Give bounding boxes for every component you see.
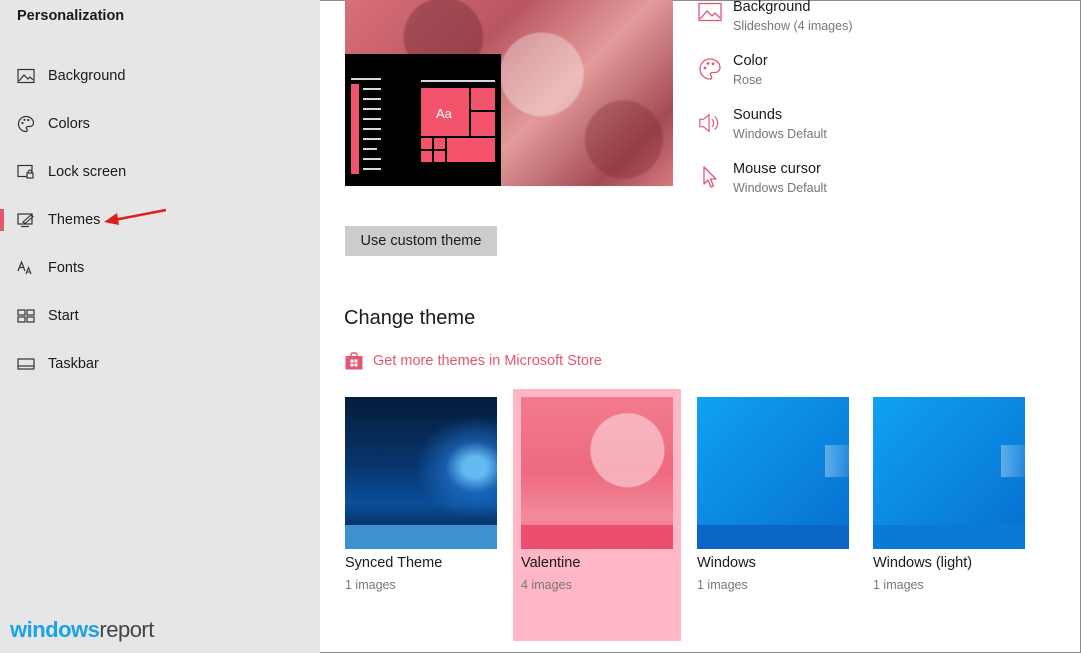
speaker-icon [698,111,722,135]
selection-indicator [0,209,4,231]
attribute-title: Mouse cursor [733,161,821,177]
theme-windows[interactable]: Windows 1 images [689,389,857,641]
sidebar-title: Personalization [17,8,125,24]
taskbar-icon [16,354,36,374]
image-icon [16,66,36,86]
themes-icon [16,210,36,230]
theme-image-count: 1 images [345,578,396,592]
theme-name: Windows (light) [873,555,973,571]
attribute-title: Color [733,53,768,69]
palette-icon [698,57,722,81]
theme-valentine[interactable]: Valentine 4 images [513,389,681,641]
theme-image-count: 1 images [873,578,924,592]
theme-image-count: 1 images [697,578,748,592]
theme-synced[interactable]: Synced Theme 1 images [337,389,505,641]
preview-window: Aa [345,54,501,186]
thumbnail-accent-bar [873,525,1025,549]
theme-image-count: 4 images [521,578,572,592]
attribute-subtitle: Rose [733,73,763,87]
theme-thumbnail [521,397,673,549]
annotation-arrow-icon [104,208,167,225]
brand-part1: windows [10,617,100,642]
start-icon [16,306,36,326]
attribute-title: Background [733,0,811,15]
sidebar-item-label: Start [48,308,79,324]
attribute-subtitle: Slideshow (4 images) [733,19,853,33]
thumbnail-accent-bar [521,525,673,549]
windows-logo-glow [1001,445,1025,477]
use-custom-theme-button[interactable]: Use custom theme [345,226,497,256]
sidebar-item-label: Fonts [48,260,85,276]
windows-logo-glow [825,445,849,477]
sidebar-item-label: Lock screen [48,164,127,180]
sidebar-item-fonts[interactable]: Fonts [0,248,320,288]
sidebar-item-label: Colors [48,116,90,132]
lock-screen-icon [16,162,36,182]
sidebar-item-background[interactable]: Background [0,56,320,96]
cursor-icon [698,165,722,189]
sidebar-item-taskbar[interactable]: Taskbar [0,344,320,384]
preview-start-menu [351,78,495,174]
sidebar-item-start[interactable]: Start [0,296,320,336]
theme-name: Synced Theme [345,555,443,571]
store-link-text: Get more themes in Microsoft Store [373,353,602,369]
change-theme-heading: Change theme [344,307,476,329]
sidebar-item-colors[interactable]: Colors [0,104,320,144]
theme-name: Valentine [521,555,581,571]
attribute-subtitle: Windows Default [733,127,827,141]
attribute-subtitle: Windows Default [733,181,827,195]
sidebar-item-label: Themes [48,212,101,228]
preview-tile-label: Aa [436,106,452,121]
brand-watermark: windowsreport [10,617,154,643]
image-icon [698,0,722,24]
microsoft-store-link[interactable]: Get more themes in Microsoft Store [344,351,602,371]
sidebar-item-label: Taskbar [48,356,99,372]
thumbnail-accent-bar [345,525,497,549]
thumbnail-glow [405,407,497,527]
thumbnail-accent-bar [697,525,849,549]
fonts-icon [16,258,36,278]
theme-thumbnail [345,397,497,549]
sidebar-item-label: Background [48,68,126,84]
sidebar: Personalization Background Colors Lock s… [0,0,320,653]
brand-part2: report [99,617,154,642]
theme-thumbnail [873,397,1025,549]
attribute-title: Sounds [733,107,783,123]
main-content: Aa Background Slideshow (4 images) Color… [320,0,1080,653]
sidebar-item-lock-screen[interactable]: Lock screen [0,152,320,192]
theme-preview: Aa [345,0,673,186]
theme-name: Windows [697,555,756,571]
store-bag-icon [344,351,364,371]
theme-thumbnail [697,397,849,549]
theme-windows-light[interactable]: Windows (light) 1 images [865,389,1033,641]
palette-icon [16,114,36,134]
